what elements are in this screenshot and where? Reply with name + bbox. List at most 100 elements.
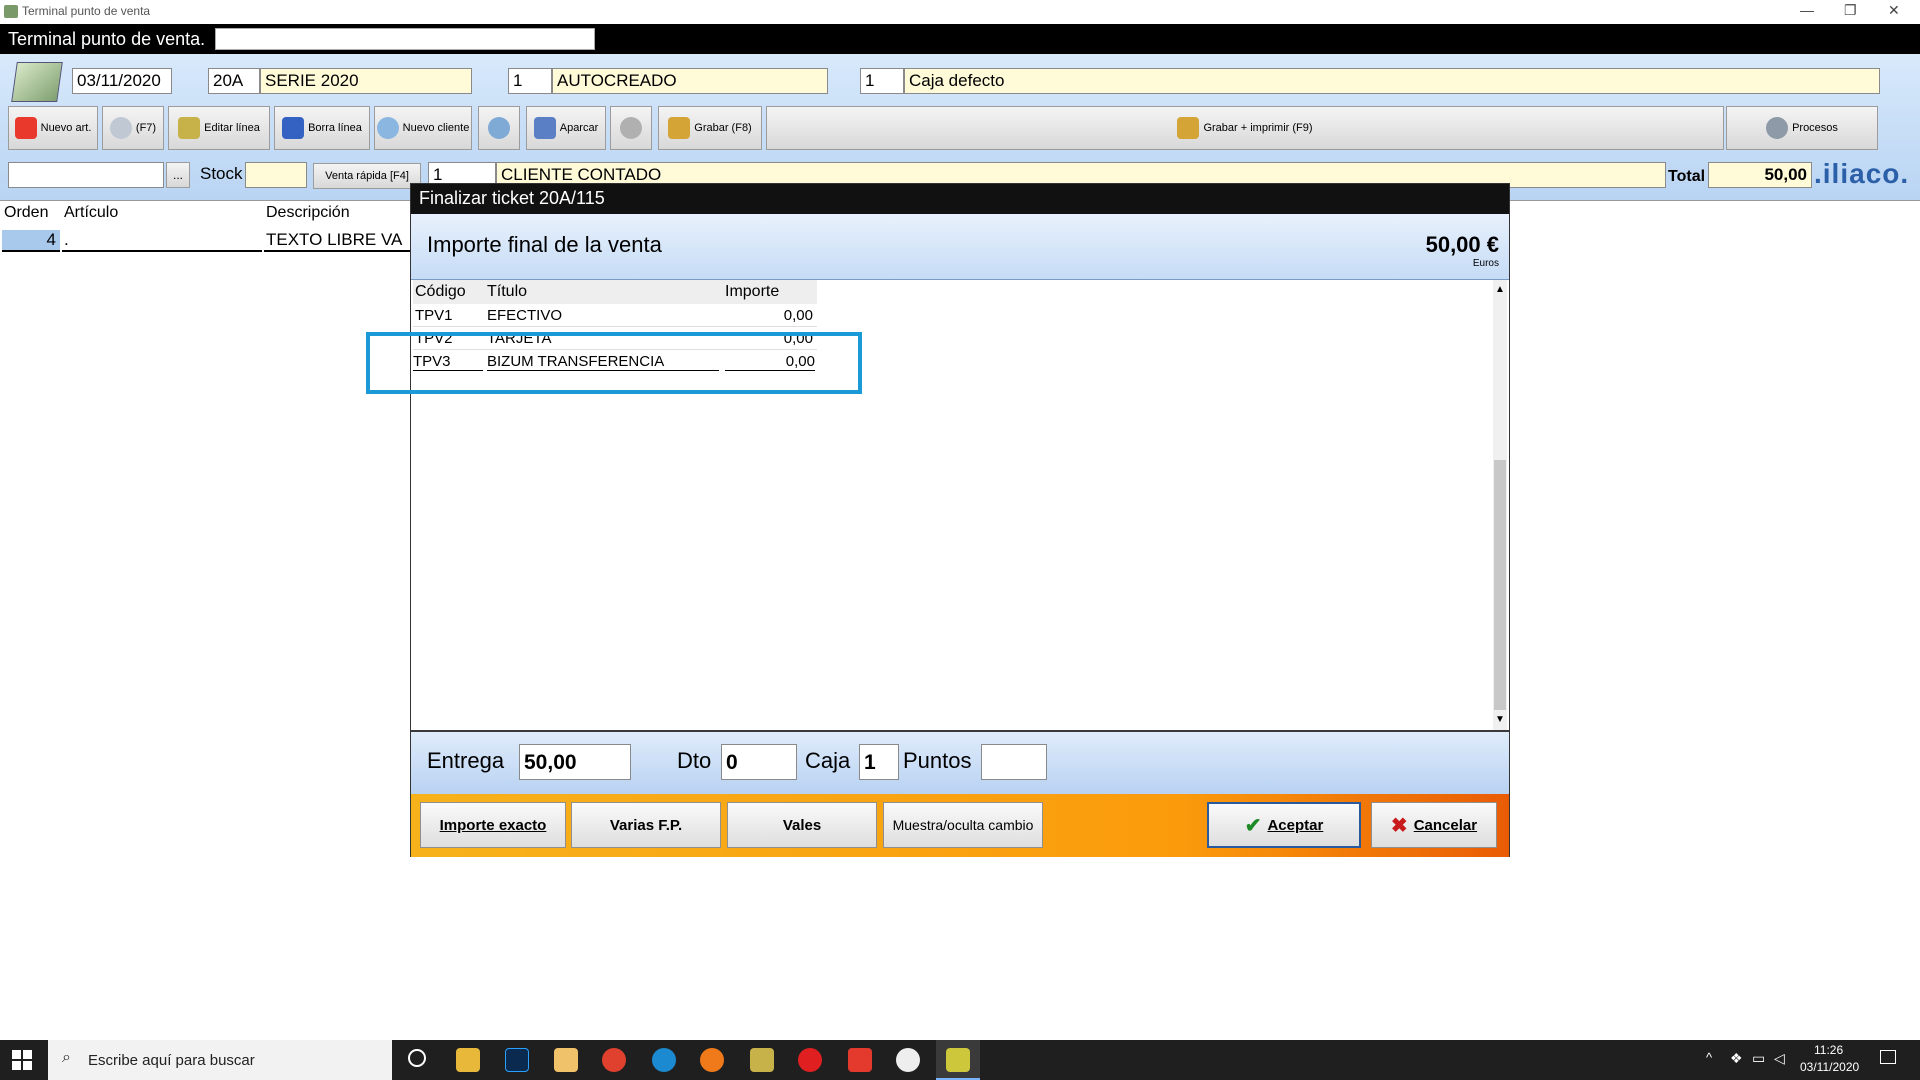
app2-icon[interactable] xyxy=(896,1048,920,1072)
aceptar-button[interactable]: ✔ Aceptar xyxy=(1207,802,1361,848)
nuevo-art-button[interactable]: Nuevo art. xyxy=(8,106,98,150)
aparcar-button[interactable]: Aparcar xyxy=(526,106,606,150)
user-name-field: AUTOCREADO xyxy=(552,68,828,94)
check-icon: ✔ xyxy=(1244,814,1262,837)
recall-button[interactable] xyxy=(610,106,652,150)
aceptar-label: Aceptar xyxy=(1267,816,1324,834)
ticket-icon xyxy=(11,62,63,102)
minimize-icon[interactable]: — xyxy=(1800,2,1814,18)
cancelar-button[interactable]: ✖ Cancelar xyxy=(1371,802,1497,848)
borra-linea-button[interactable]: Borra línea xyxy=(274,106,370,150)
tray-chevron-icon[interactable]: ^ xyxy=(1706,1050,1712,1065)
explorer-icon[interactable] xyxy=(456,1048,480,1072)
clock-time[interactable]: 11:26 xyxy=(1814,1043,1843,1057)
importe-exacto-button[interactable]: Importe exacto xyxy=(420,802,566,848)
dto-label: Dto xyxy=(677,748,712,773)
clock-date[interactable]: 03/11/2020 xyxy=(1800,1060,1859,1074)
park-icon xyxy=(533,117,556,139)
rx-icon[interactable] xyxy=(798,1048,822,1072)
procesos-button[interactable]: Procesos xyxy=(1726,106,1878,150)
x-icon: ✖ xyxy=(1390,814,1408,837)
gears-icon xyxy=(1766,117,1789,139)
col-articulo: Artículo xyxy=(64,204,119,221)
f7-label: (F7) xyxy=(135,122,157,134)
cancelar-label: Cancelar xyxy=(1413,816,1478,834)
user-code-field[interactable]: 1 xyxy=(508,68,552,94)
table-row[interactable]: 4 . TEXTO LIBRE VA xyxy=(0,228,410,254)
dialog-currency: Euros xyxy=(1472,258,1499,269)
grid-scrollbar[interactable]: ▲ ▼ xyxy=(1493,280,1507,730)
user-icon xyxy=(376,117,399,139)
firefox-icon[interactable] xyxy=(700,1048,724,1072)
dialog-title: Finalizar ticket 20A/115 xyxy=(411,184,1509,214)
windows-start-icon[interactable] xyxy=(12,1050,32,1070)
anydesk-icon[interactable] xyxy=(848,1048,872,1072)
notifications-icon[interactable] xyxy=(1880,1050,1896,1064)
caja-input[interactable]: 1 xyxy=(859,744,899,780)
nuevo-cliente-label: Nuevo cliente xyxy=(402,122,470,134)
dialog-amount: 50,00 € xyxy=(1425,232,1499,257)
scroll-up-icon[interactable]: ▲ xyxy=(1495,284,1505,295)
puntos-input[interactable] xyxy=(981,744,1047,780)
chrome-icon[interactable] xyxy=(602,1048,626,1072)
f7-button[interactable]: (F7) xyxy=(102,106,164,150)
caja-name-field: Caja defecto xyxy=(904,68,1880,94)
row-codigo: TPV1 xyxy=(415,307,453,324)
window-title-bar: Terminal punto de venta — ❐ ✕ xyxy=(0,0,1920,24)
col-descripcion: Descripción xyxy=(266,204,350,221)
save-icon xyxy=(668,117,691,139)
borra-linea-label: Borra línea xyxy=(308,122,362,134)
muestra-cambio-button[interactable]: Muestra/oculta cambio xyxy=(883,802,1043,848)
serie-code-field[interactable]: 20A xyxy=(208,68,260,94)
nuevo-cliente-button[interactable]: Nuevo cliente xyxy=(374,106,472,150)
client-search-icon xyxy=(488,117,510,139)
toolbar-band: 03/11/2020 20A SERIE 2020 1 AUTOCREADO 1… xyxy=(0,54,1920,200)
finalizar-ticket-dialog: Finalizar ticket 20A/115 Importe final d… xyxy=(410,183,1510,857)
grid-row[interactable]: TPV1 EFECTIVO 0,00 xyxy=(413,304,817,327)
target-icon xyxy=(109,117,132,139)
restore-icon[interactable]: ❐ xyxy=(1844,2,1857,19)
app-icon[interactable] xyxy=(750,1048,774,1072)
editar-linea-button[interactable]: Editar línea xyxy=(168,106,270,150)
dialog-heading: Importe final de la venta xyxy=(427,232,662,257)
photoshop-icon[interactable] xyxy=(505,1048,529,1072)
window-title: Terminal punto de venta xyxy=(22,4,151,18)
edit-line-icon xyxy=(178,117,201,139)
dropbox-icon[interactable]: ❖ xyxy=(1730,1050,1743,1067)
caja-code-field[interactable]: 1 xyxy=(860,68,904,94)
close-icon[interactable]: ✕ xyxy=(1888,2,1900,19)
taskbar-search-input[interactable]: ⌕ Escribe aquí para buscar xyxy=(48,1040,392,1080)
col-orden: Orden xyxy=(4,204,49,221)
recall-icon xyxy=(620,117,642,139)
scroll-thumb[interactable] xyxy=(1494,460,1506,710)
scroll-down-icon[interactable]: ▼ xyxy=(1495,714,1505,725)
edge-icon[interactable] xyxy=(652,1048,676,1072)
varias-fp-button[interactable]: Varias F.P. xyxy=(571,802,721,848)
venta-rapida-button[interactable]: Venta rápida [F4] xyxy=(313,163,421,189)
row-articulo: . xyxy=(62,230,262,252)
browse-button[interactable]: ... xyxy=(166,162,190,188)
grabar-label: Grabar (F8) xyxy=(694,122,752,134)
active-app-indicator xyxy=(936,1040,980,1080)
article-search-input[interactable] xyxy=(8,162,164,188)
search-client-button[interactable] xyxy=(478,106,520,150)
grid-header: Código Título Importe xyxy=(413,280,817,304)
search-icon: ⌕ xyxy=(62,1049,71,1066)
serie-name-field: SERIE 2020 xyxy=(260,68,472,94)
network-icon[interactable]: ▭ xyxy=(1752,1050,1765,1067)
header-input[interactable] xyxy=(215,28,595,50)
search-placeholder: Escribe aquí para buscar xyxy=(88,1051,255,1069)
grabar-imprimir-button[interactable]: Grabar + imprimir (F9) xyxy=(766,106,1724,150)
dialog-inputs: Entrega 50,00 Dto 0 Caja 1 Puntos xyxy=(411,730,1509,794)
grabar-button[interactable]: Grabar (F8) xyxy=(658,106,762,150)
vales-button[interactable]: Vales xyxy=(727,802,877,848)
folder-icon[interactable] xyxy=(554,1048,578,1072)
row-importe: 0,00 xyxy=(783,307,813,324)
total-label: Total xyxy=(1668,168,1706,185)
entrega-input[interactable]: 50,00 xyxy=(519,744,631,780)
date-field[interactable]: 03/11/2020 xyxy=(72,68,172,94)
dto-input[interactable]: 0 xyxy=(721,744,797,780)
cortana-icon[interactable] xyxy=(408,1049,426,1067)
procesos-label: Procesos xyxy=(1792,122,1838,134)
volume-icon[interactable]: ◁ xyxy=(1774,1050,1785,1067)
